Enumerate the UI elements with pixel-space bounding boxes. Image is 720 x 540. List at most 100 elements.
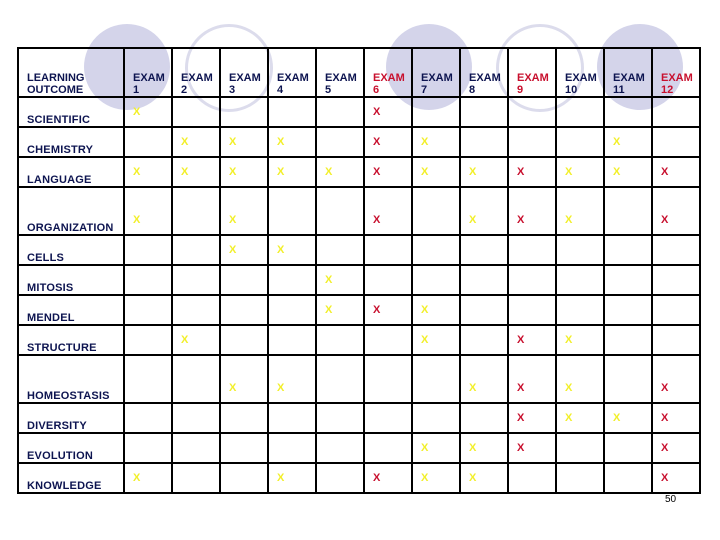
yellow-x-mark: X (181, 166, 189, 178)
matrix-cell (267, 186, 317, 236)
matrix-cell (171, 96, 221, 128)
yellow-x-mark: X (565, 166, 573, 178)
matrix-cell: X (267, 156, 317, 188)
exam-header-word: EXAM (661, 72, 693, 84)
matrix-cell (123, 264, 173, 296)
outcome-label: SCIENTIFIC (17, 96, 125, 128)
exam-header-word: EXAM (181, 72, 213, 84)
exam-header-3: EXAM 3 (219, 47, 269, 98)
matrix-cell: X (267, 126, 317, 158)
table-row: EVOLUTION X X X X (17, 432, 701, 464)
table-row: DIVERSITY X X X X (17, 402, 701, 434)
matrix-cell (315, 96, 365, 128)
matrix-cell (507, 264, 557, 296)
matrix-cell (459, 126, 509, 158)
page-number: 50 (665, 494, 677, 505)
yellow-x-mark: X (469, 214, 477, 226)
matrix-cell: X (651, 432, 701, 464)
yellow-x-mark: X (229, 136, 237, 148)
matrix-cell (555, 462, 605, 494)
matrix-cell (411, 354, 461, 404)
outcome-label: KNOWLEDGE (17, 462, 125, 494)
yellow-x-mark: X (469, 472, 477, 484)
yellow-x-mark: X (277, 472, 285, 484)
red-x-mark: X (373, 304, 381, 316)
red-x-mark: X (517, 442, 525, 454)
matrix-cell (219, 324, 269, 356)
red-x-mark: X (517, 412, 525, 424)
matrix-cell (315, 462, 365, 494)
outcome-label: EVOLUTION (17, 432, 125, 464)
red-x-mark: X (373, 136, 381, 148)
exam-header-number: 6 (373, 84, 380, 96)
exam-header-word: EXAM (229, 72, 261, 84)
red-x-mark: X (661, 412, 669, 424)
matrix-cell (603, 324, 653, 356)
red-x-mark: X (661, 442, 669, 454)
matrix-cell (507, 126, 557, 158)
matrix-cell (459, 96, 509, 128)
exam-header-12: EXAM 12 (651, 47, 701, 98)
matrix-cell (555, 96, 605, 128)
outcome-label: CHEMISTRY (17, 126, 125, 158)
matrix-cell: X (651, 156, 701, 188)
matrix-cell (315, 126, 365, 158)
matrix-cell (219, 96, 269, 128)
matrix-cell: X (459, 186, 509, 236)
yellow-x-mark: X (565, 382, 573, 394)
matrix-cell (507, 96, 557, 128)
yellow-x-mark: X (277, 244, 285, 256)
matrix-cell (651, 234, 701, 266)
matrix-cell (507, 462, 557, 494)
yellow-x-mark: X (133, 166, 141, 178)
matrix-cell: X (411, 324, 461, 356)
red-x-mark: X (661, 214, 669, 226)
matrix-cell (267, 294, 317, 326)
exam-header-number: 12 (661, 84, 674, 96)
exam-header-10: EXAM 10 (555, 47, 605, 98)
matrix-cell: X (123, 96, 173, 128)
exam-header-word: EXAM (133, 72, 165, 84)
matrix-cell (651, 126, 701, 158)
exam-header-number: 8 (469, 84, 476, 96)
matrix-cell: X (507, 402, 557, 434)
yellow-x-mark: X (133, 106, 141, 118)
matrix-cell (123, 402, 173, 434)
matrix-cell: X (555, 324, 605, 356)
matrix-cell (315, 432, 365, 464)
red-x-mark: X (517, 334, 525, 346)
matrix-cell: X (363, 462, 413, 494)
matrix-cell (603, 96, 653, 128)
matrix-cell: X (171, 126, 221, 158)
table-row: ORGANIZATION X X X X X X X (17, 186, 701, 236)
matrix-cell (363, 402, 413, 434)
exam-header-number: 9 (517, 84, 524, 96)
matrix-cell (171, 294, 221, 326)
matrix-cell: X (219, 186, 269, 236)
yellow-x-mark: X (277, 166, 285, 178)
exam-header-number: 1 (133, 84, 140, 96)
matrix-cell (219, 432, 269, 464)
matrix-cell (171, 354, 221, 404)
matrix-cell (603, 186, 653, 236)
exam-header-number: 10 (565, 84, 578, 96)
red-x-mark: X (517, 214, 525, 226)
matrix-cell (411, 402, 461, 434)
yellow-x-mark: X (613, 136, 621, 148)
matrix-cell: X (507, 354, 557, 404)
learning-outcome-header: LEARNING OUTCOME (17, 47, 125, 98)
yellow-x-mark: X (469, 166, 477, 178)
red-x-mark: X (661, 166, 669, 178)
matrix-cell (555, 264, 605, 296)
exam-header-number: 3 (229, 84, 236, 96)
matrix-cell: X (363, 186, 413, 236)
matrix-cell: X (603, 126, 653, 158)
yellow-x-mark: X (613, 412, 621, 424)
matrix-cell (507, 294, 557, 326)
red-x-mark: X (661, 472, 669, 484)
matrix-cell (267, 324, 317, 356)
matrix-cell (603, 462, 653, 494)
matrix-cell: X (507, 324, 557, 356)
exam-header-9: EXAM 9 (507, 47, 557, 98)
table-row: LANGUAGE X X X X X X X X X X X X (17, 156, 701, 188)
